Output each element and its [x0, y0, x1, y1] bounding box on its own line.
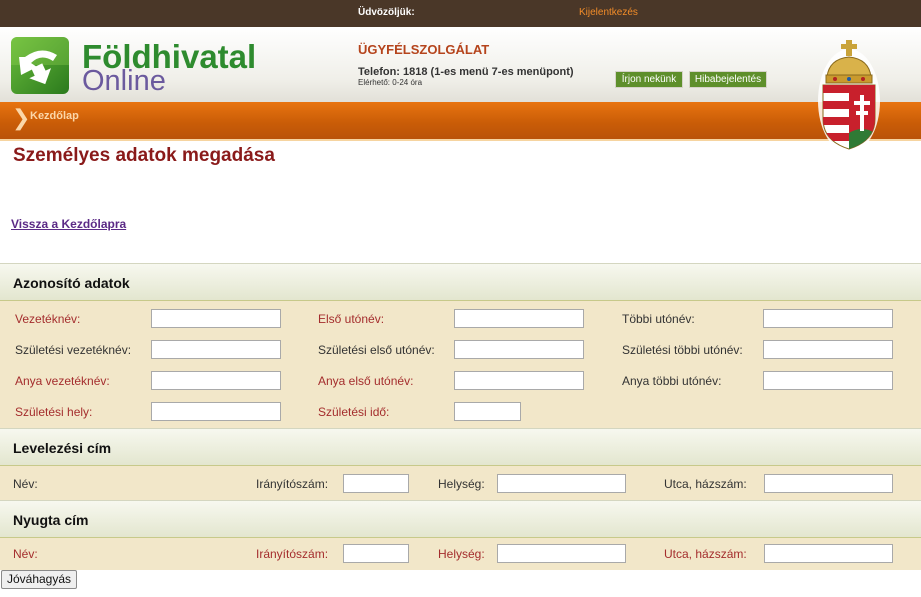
birth-place-label: Születési hely:: [15, 405, 93, 419]
mother-first-name-input[interactable]: [454, 371, 584, 390]
mother-surname-label: Anya vezetéknév:: [15, 374, 110, 388]
mailing-city-label: Helység:: [438, 477, 485, 491]
first-name-label: Első utónév:: [318, 312, 385, 326]
customer-service-title: ÜGYFÉLSZOLGÁLAT: [358, 42, 490, 57]
breadcrumb-bar: ❯ Kezdőlap: [0, 102, 921, 141]
receipt-zip-label: Irányítószám:: [256, 547, 329, 561]
birth-first-name-input[interactable]: [454, 340, 584, 359]
bug-report-button[interactable]: Hibabejelentés: [689, 71, 767, 88]
logout-link[interactable]: Kijelentkezés: [579, 7, 638, 18]
receipt-street-input[interactable]: [764, 544, 893, 563]
receipt-section-header: Nyugta cím: [0, 500, 921, 538]
submit-button[interactable]: Jóváhagyás: [1, 570, 77, 589]
receipt-zip-input[interactable]: [343, 544, 409, 563]
identity-section-title: Azonosító adatok: [13, 275, 130, 291]
foldhivatal-logo-icon[interactable]: [11, 37, 69, 94]
mailing-city-input[interactable]: [497, 474, 626, 493]
mailing-section-body: Név: Irányítószám: Helység: Utca, házszá…: [0, 466, 921, 500]
birth-first-name-label: Születési első utónév:: [318, 343, 435, 357]
mailing-street-input[interactable]: [764, 474, 893, 493]
mailing-section-title: Levelezési cím: [13, 440, 112, 456]
mailing-zip-label: Irányítószám:: [256, 477, 329, 491]
mother-other-names-label: Anya többi utónév:: [622, 374, 722, 388]
customer-service-phone: Telefon: 1818 (1-es menü 7-es menüpont): [358, 66, 574, 78]
mailing-zip-input[interactable]: [343, 474, 409, 493]
top-bar: Üdvözöljük: Kijelentkezés: [0, 0, 921, 27]
welcome-text: Üdvözöljük:: [358, 7, 415, 18]
mother-other-names-input[interactable]: [763, 371, 893, 390]
page-title: Személyes adatok megadása: [13, 145, 275, 166]
back-to-home-link[interactable]: Vissza a Kezdőlapra: [11, 217, 126, 231]
birth-surname-input[interactable]: [151, 340, 281, 359]
identity-section-body: Vezetéknév: Első utónév: Többi utónév: S…: [0, 301, 921, 428]
receipt-street-label: Utca, házszám:: [664, 547, 747, 561]
write-to-us-button[interactable]: Írjon nekünk: [615, 71, 683, 88]
mother-surname-input[interactable]: [151, 371, 281, 390]
birth-other-names-label: Születési többi utónév:: [622, 343, 743, 357]
customer-service-hours: Elérhető: 0-24 óra: [358, 78, 423, 87]
brand-subtitle: Online: [82, 65, 166, 97]
breadcrumb-home[interactable]: Kezdőlap: [30, 110, 79, 122]
birth-date-label: Születési idő:: [318, 405, 390, 419]
birth-surname-label: Születési vezetéknév:: [15, 343, 132, 357]
mailing-street-label: Utca, házszám:: [664, 477, 747, 491]
surname-label: Vezetéknév:: [15, 312, 81, 326]
birth-date-input[interactable]: [454, 402, 521, 421]
birth-other-names-input[interactable]: [763, 340, 893, 359]
mailing-section-header: Levelezési cím: [0, 428, 921, 466]
chevron-right-icon: ❯: [12, 106, 31, 131]
birth-place-input[interactable]: [151, 402, 281, 421]
identity-section-header: Azonosító adatok: [0, 263, 921, 301]
receipt-section-body: Név: Irányítószám: Helység: Utca, házszá…: [0, 538, 921, 570]
site-header: Földhivatal Online ÜGYFÉLSZOLGÁLAT Telef…: [0, 27, 921, 102]
other-names-label: Többi utónév:: [622, 312, 695, 326]
hungarian-coat-of-arms-icon: [817, 37, 881, 155]
receipt-city-label: Helység:: [438, 547, 485, 561]
first-name-input[interactable]: [454, 309, 584, 328]
mailing-name-label: Név:: [13, 477, 38, 491]
surname-input[interactable]: [151, 309, 281, 328]
mother-first-name-label: Anya első utónév:: [318, 374, 414, 388]
other-names-input[interactable]: [763, 309, 893, 328]
receipt-section-title: Nyugta cím: [13, 512, 89, 528]
bar-stripe: [0, 139, 921, 141]
receipt-name-label: Név:: [13, 547, 38, 561]
receipt-city-input[interactable]: [497, 544, 626, 563]
